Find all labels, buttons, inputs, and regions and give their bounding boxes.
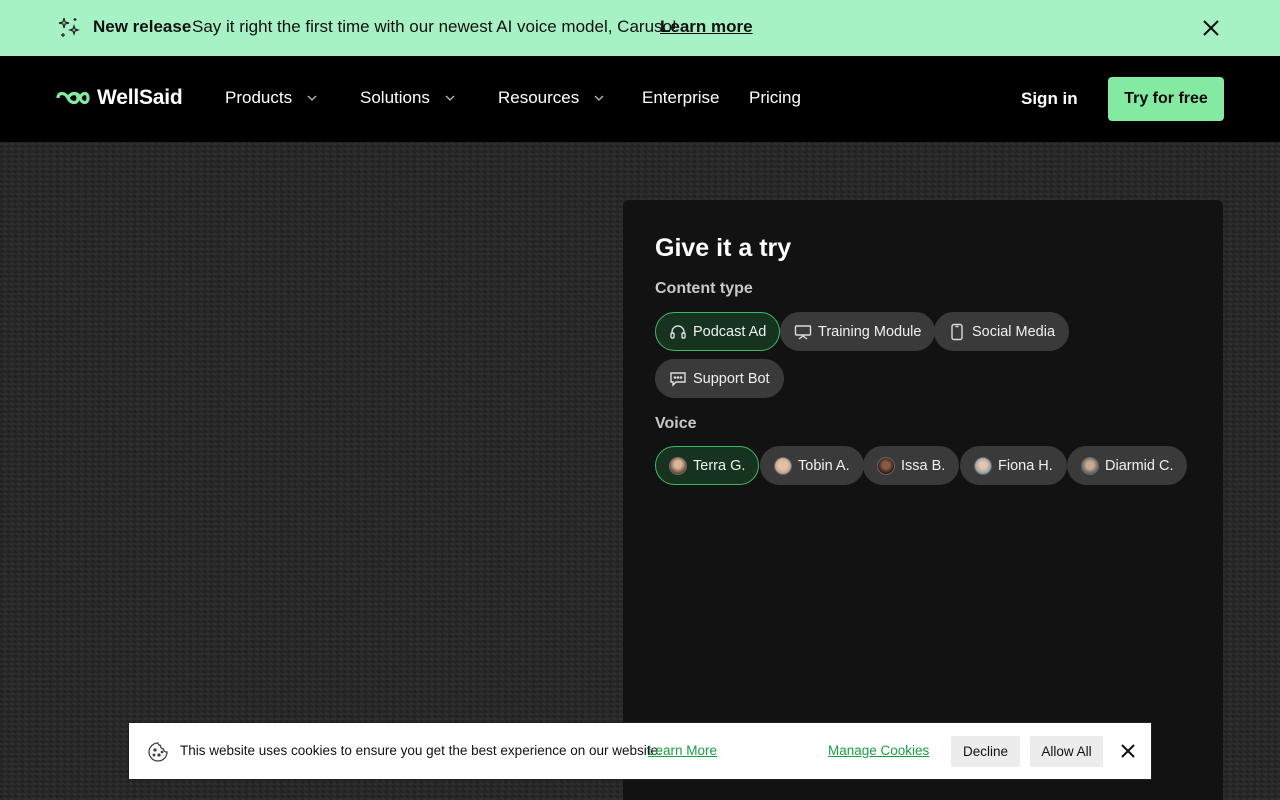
cookie-message: This website uses cookies to ensure you … [180,743,662,758]
avatar [774,456,792,475]
announcement-message: Say it right the first time with our new… [192,17,677,36]
chip-label: Podcast Ad [693,323,767,340]
nav-item-label: Pricing [749,88,801,107]
avatar [974,456,992,475]
main-nav: WellSaid Products Solutions Resources En… [0,56,1280,142]
chip-label: Issa B. [901,457,946,474]
chevron-down-icon [445,95,455,101]
announcement-bar: New release Say it right the first time … [0,0,1280,56]
nav-item-pricing[interactable]: Pricing [749,88,801,108]
cookie-banner: This website uses cookies to ensure you … [128,722,1152,780]
chip-label: Social Media [972,323,1056,340]
nav-item-products[interactable]: Products [225,88,318,108]
avatar [669,456,687,475]
sign-in-link[interactable]: Sign in [1021,89,1078,109]
nav-item-label: Resources [498,88,580,107]
content-type-support-bot[interactable]: Support Bot [655,359,784,398]
chip-label: Terra G. [693,457,746,474]
avatar [1081,456,1099,475]
presentation-icon [794,324,812,340]
announcement-learn-more-link[interactable]: Learn more [660,17,753,37]
chip-label: Diarmid C. [1105,457,1174,474]
chip-label: Fiona H. [998,457,1053,474]
voice-diarmid-c[interactable]: Diarmid C. [1067,446,1188,485]
chevron-down-icon [594,95,604,101]
decline-button[interactable]: Decline [951,736,1020,767]
content-type-training-module[interactable]: Training Module [780,312,936,351]
nav-item-solutions[interactable]: Solutions [360,88,456,108]
nav-item-resources[interactable]: Resources [498,88,605,108]
close-icon[interactable] [1200,17,1222,39]
announcement-tag: New release [93,17,192,36]
nav-item-label: Products [225,88,293,107]
close-icon[interactable] [1119,742,1137,760]
try-for-free-button[interactable]: Try for free [1108,77,1224,121]
voice-tobin-a[interactable]: Tobin A. [760,446,864,485]
content-type-podcast-ad[interactable]: Podcast Ad [655,312,781,351]
chip-label: Tobin A. [798,457,850,474]
chip-label: Training Module [818,323,922,340]
chip-label: Support Bot [693,370,770,387]
phone-icon [951,323,963,340]
chevron-down-icon [307,95,317,101]
headphones-icon [670,324,686,339]
voice-terra-g[interactable]: Terra G. [655,446,760,485]
nav-item-label: Solutions [360,88,430,107]
manage-cookies-link[interactable]: Manage Cookies [828,743,929,758]
nav-item-label: Enterprise [642,88,720,107]
chat-bubble-icon [670,371,686,387]
try-panel: Give it a try Content type Podcast Ad Tr… [623,200,1223,800]
cookie-learn-more-link[interactable]: Learn More [648,743,717,758]
nav-item-enterprise[interactable]: Enterprise [642,88,719,108]
panel-title: Give it a try [655,234,792,262]
brand-logo[interactable]: WellSaid [56,86,183,110]
cookie-icon [148,742,168,762]
sparkle-icon [58,17,80,37]
content-type-label: Content type [655,280,753,297]
wellsaid-logo-icon [56,91,90,105]
brand-name: WellSaid [97,86,183,109]
voice-fiona-h[interactable]: Fiona H. [960,446,1067,485]
avatar [877,456,895,475]
voice-label: Voice [655,415,697,432]
allow-all-button[interactable]: Allow All [1030,736,1103,767]
content-type-social-media[interactable]: Social Media [934,312,1070,351]
voice-issa-b[interactable]: Issa B. [863,446,960,485]
